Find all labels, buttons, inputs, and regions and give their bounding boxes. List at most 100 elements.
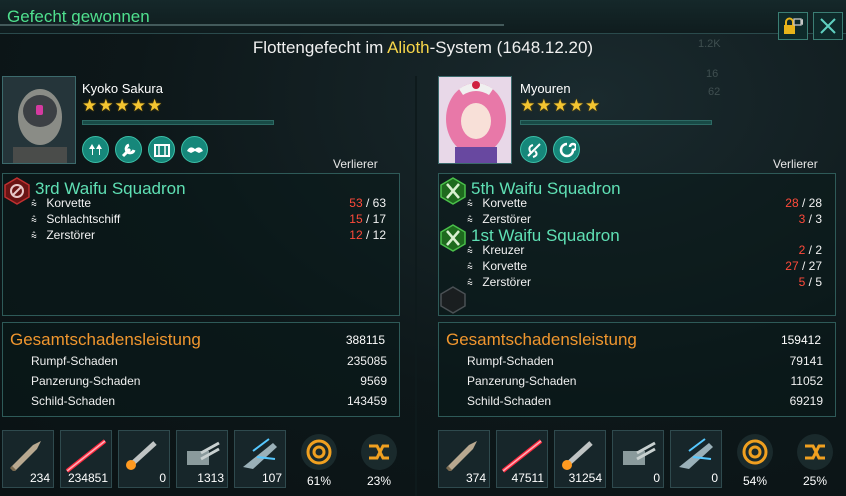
side-divider (415, 76, 417, 496)
weapon-slot-laser[interactable]: 234851 (60, 430, 112, 488)
weapon-slot-missile[interactable]: 0 (118, 430, 170, 488)
damage-summary: Gesamtschadensleistung 159412 Rumpf-Scha… (438, 322, 836, 417)
ship-rank-icon: ⩯ (467, 199, 473, 210)
damage-value: 9569 (360, 374, 387, 388)
weapon-slot-kinetic[interactable]: 374 (438, 430, 490, 488)
strike-craft-icon (679, 438, 713, 469)
weapon-slot-laser[interactable]: 47511 (496, 430, 548, 488)
admiral-portrait-icon (3, 77, 75, 163)
damage-label: Rumpf-Schaden (467, 354, 554, 368)
target-icon (301, 434, 337, 470)
ship-row: ⩯ Zerstörer 12 / 12 (31, 228, 386, 244)
ship-type: Zerstörer (482, 275, 532, 289)
accuracy-stat[interactable]: 61% (292, 430, 346, 488)
ship-rank-icon: ⩯ (467, 246, 473, 257)
ship-type: Korvette (46, 196, 92, 210)
right-combatant-panel: Myouren ★★★★★ Verlierer 5th Waifu Squadr… (438, 76, 846, 496)
damage-value: 143459 (346, 394, 387, 408)
kinetic-shell-icon (445, 441, 477, 471)
weapon-slot-strike-craft[interactable]: 107 (234, 430, 286, 488)
leader-rank-stars: ★★★★★ (82, 96, 164, 115)
ships-total: 17 (372, 212, 386, 226)
damage-row: Panzerung-Schaden 9569 (31, 374, 387, 388)
ships-total: 63 (372, 196, 386, 210)
missile-icon (126, 441, 157, 470)
leader-experience-bar (82, 120, 274, 125)
ships-lost: 12 (349, 228, 363, 242)
damage-label: Panzerung-Schaden (31, 374, 141, 388)
battle-subtitle: Flottengefecht im Alioth-System (1648.12… (0, 38, 846, 58)
laser-icon (65, 439, 107, 473)
ships-lost: 3 (798, 212, 806, 226)
weapon-slot-strike-craft[interactable]: 0 (670, 430, 722, 488)
follow-camera-button[interactable] (778, 12, 808, 40)
weapon-value: 47511 (511, 471, 544, 485)
weapon-value: 1313 (197, 471, 224, 485)
leaf-icon[interactable] (520, 136, 547, 163)
evasion-stat[interactable]: 25% (788, 430, 842, 488)
ship-type: Korvette (482, 259, 528, 273)
leader-traits (82, 136, 208, 163)
ships-total: 28 (808, 196, 822, 210)
missile-icon (562, 441, 593, 470)
hostile-empire-icon[interactable] (4, 177, 30, 205)
weapon-stats: 374 47511 31254 0 0 54% 25% (438, 430, 842, 490)
weapon-value: 0 (711, 471, 718, 485)
ship-count: 3 / 3 (798, 212, 822, 226)
weapon-slot-kinetic[interactable]: 234 (2, 430, 54, 488)
weapon-value: 107 (261, 471, 282, 485)
weapon-slot-turret[interactable]: 0 (612, 430, 664, 488)
weapon-slot-turret[interactable]: 1313 (176, 430, 228, 488)
admiral-portrait-icon (439, 77, 511, 163)
damage-value: 11052 (790, 374, 823, 388)
ship-type: Zerstörer (482, 212, 532, 226)
close-button[interactable] (813, 12, 843, 40)
evasion-value: 23% (366, 474, 392, 488)
ship-rank-icon: ⩯ (31, 231, 37, 242)
ship-rank-icon: ⩯ (467, 262, 473, 273)
battle-result-window: 1.2K 16 62 Gefecht gewonnen Flottengefec… (0, 0, 846, 496)
weapon-stats: 234 234851 0 1313 107 61% 23% (2, 430, 406, 490)
ship-row: ⩯ Korvette 53 / 63 (31, 196, 386, 212)
ships-total: 12 (372, 228, 386, 242)
damage-label: Schild-Schaden (31, 394, 116, 408)
leader-portrait[interactable] (438, 76, 512, 164)
swirl-icon[interactable] (553, 136, 580, 163)
accuracy-stat[interactable]: 54% (728, 430, 782, 488)
leader-name: Myouren (520, 81, 571, 96)
wrench-icon[interactable] (115, 136, 142, 163)
evasion-value: 25% (802, 474, 828, 488)
ships-total: 27 (808, 259, 822, 273)
ship-row: ⩯ Schlachtschiff 15 / 17 (31, 212, 386, 228)
ship-count: 15 / 17 (349, 212, 386, 226)
crate-icon[interactable] (148, 136, 175, 163)
subtitle-suffix: -System (1648.12.20) (429, 38, 594, 57)
ship-count: 12 / 12 (349, 228, 386, 242)
ship-row: ⩯ Korvette 28 / 28 (467, 196, 822, 212)
damage-row: Rumpf-Schaden 235085 (31, 354, 387, 368)
ship-count: 27 / 27 (785, 259, 822, 273)
weapon-value: 31254 (568, 471, 602, 485)
friendly-empire-icon[interactable] (440, 224, 466, 252)
damage-value: 69219 (789, 394, 823, 408)
ships-lost: 53 (349, 196, 363, 210)
tree-icon[interactable] (82, 136, 109, 163)
damage-total: 159412 (780, 333, 821, 347)
damage-row: Schild-Schaden 69219 (467, 394, 823, 408)
weapon-value: 0 (159, 471, 166, 485)
accuracy-value: 61% (306, 474, 332, 488)
close-icon (820, 18, 836, 34)
system-name: Alioth (387, 38, 430, 57)
camera-lock-icon (784, 17, 803, 34)
friendly-empire-icon[interactable] (440, 177, 466, 205)
leader-portrait[interactable] (2, 76, 76, 164)
ships-lost: 2 (798, 243, 806, 257)
arms-icon[interactable] (181, 136, 208, 163)
ship-type: Zerstörer (46, 228, 96, 242)
leader-name: Kyoko Sakura (82, 81, 163, 96)
damage-value: 235085 (346, 354, 387, 368)
ships-total: 2 (815, 243, 822, 257)
weapon-slot-missile[interactable]: 31254 (554, 430, 606, 488)
evasion-stat[interactable]: 23% (352, 430, 406, 488)
weapon-value: 0 (653, 471, 660, 485)
